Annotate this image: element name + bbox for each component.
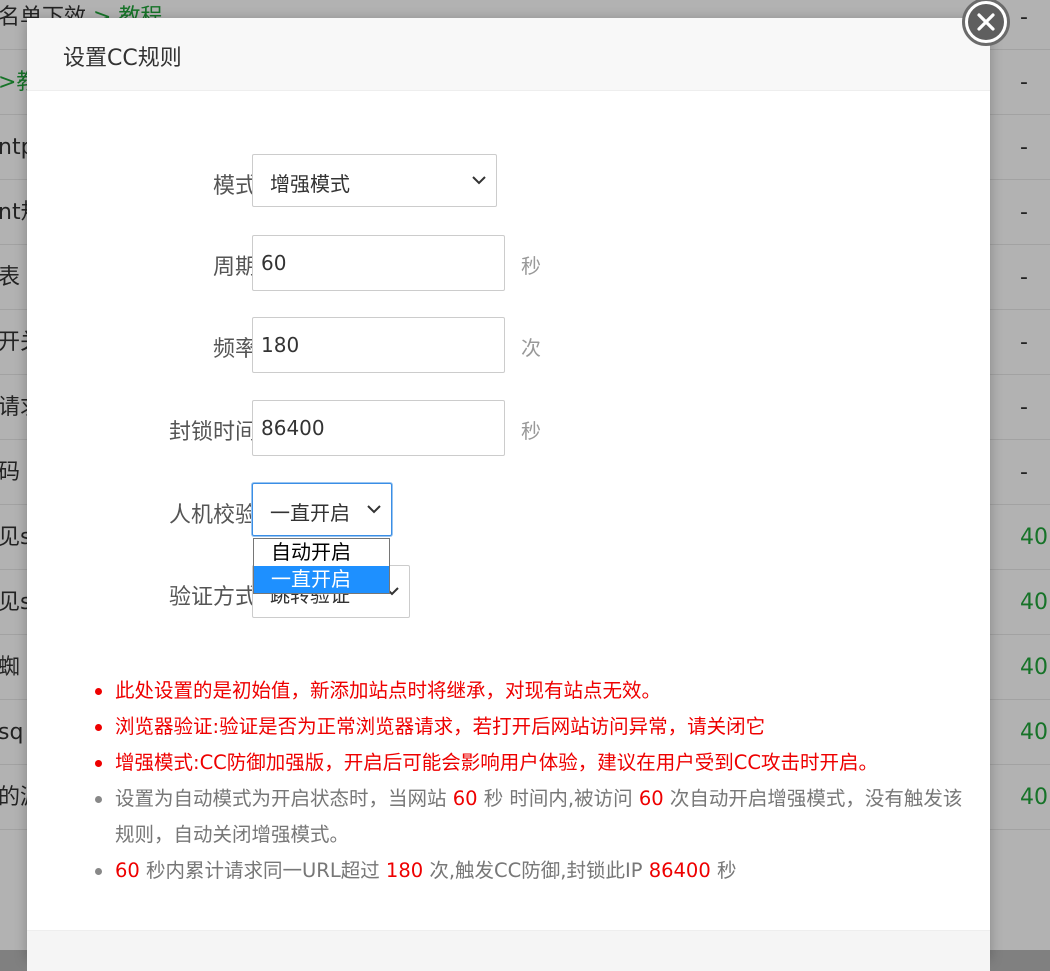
period-label: 周期 (212, 255, 257, 280)
note-summary-block-time: 86400 (648, 859, 711, 882)
block-time-input[interactable] (252, 400, 505, 456)
captcha-option-always[interactable]: 一直开启 (254, 566, 389, 593)
note-enhanced-mode: 增强模式:CC防御加强版，开启后可能会影响用户体验，建议在用户受到CC攻击时开启… (87, 745, 967, 781)
note-auto-mode-text-2: 秒 时间内,被访问 (477, 787, 639, 810)
note-summary-frequency: 180 (385, 859, 424, 882)
dialog-footer (27, 930, 990, 971)
frequency-label-wrap: 频率 (127, 317, 257, 373)
note-browser-verify: 浏览器验证:验证是否为正常浏览器请求，若打开后网站访问异常，请关闭它 (87, 709, 967, 745)
block-time-label: 封锁时间 (168, 420, 257, 445)
captcha-dropdown-list: 自动开启 一直开启 (253, 538, 390, 594)
note-auto-mode-count: 60 (638, 787, 664, 810)
chevron-down-icon (367, 505, 381, 514)
frequency-input[interactable] (252, 317, 505, 373)
note-summary-text-2: 次,触发CC防御,封锁此IP (423, 859, 649, 882)
verify-method-label-wrap: 验证方式 (127, 565, 257, 621)
note-auto-mode-period: 60 (452, 787, 478, 810)
dialog-title: 设置CC规则 (63, 46, 182, 71)
period-label-wrap: 周期 (127, 235, 257, 291)
mode-select[interactable]: 增强模式 (252, 154, 497, 207)
close-button[interactable] (962, 0, 1010, 46)
note-summary-text-1: 秒内累计请求同一URL超过 (139, 859, 386, 882)
captcha-label-wrap: 人机校验 (127, 483, 257, 539)
captcha-select[interactable]: 一直开启 (252, 483, 392, 536)
block-time-unit: 秒 (521, 419, 541, 443)
help-notes-list: 此处设置的是初始值，新添加站点时将继承，对现有站点无效。 浏览器验证:验证是否为… (87, 673, 967, 889)
mode-select-value: 增强模式 (270, 172, 350, 196)
captcha-label: 人机校验 (168, 503, 257, 528)
mode-label-wrap: 模式 (127, 154, 257, 210)
frequency-label: 频率 (212, 337, 257, 362)
verify-method-label: 验证方式 (168, 585, 257, 610)
period-unit: 秒 (521, 254, 541, 278)
note-auto-mode: 设置为自动模式为开启状态时，当网站 60 秒 时间内,被访问 60 次自动开启增… (87, 781, 967, 853)
note-summary: 60 秒内累计请求同一URL超过 180 次,触发CC防御,封锁此IP 8640… (87, 853, 967, 889)
block-time-label-wrap: 封锁时间 (127, 400, 257, 456)
note-summary-text-3: 秒 (710, 859, 737, 882)
note-initial-value: 此处设置的是初始值，新添加站点时将继承，对现有站点无效。 (87, 673, 967, 709)
dialog-header: 设置CC规则 (27, 18, 990, 91)
frequency-unit: 次 (521, 336, 541, 360)
period-input[interactable] (252, 235, 505, 291)
cc-rule-dialog: 设置CC规则 模式 增强模式 周期 秒 频率 次 封锁时间 秒 人机校验 一直开… (27, 0, 1010, 971)
note-summary-period: 60 (115, 859, 140, 882)
note-auto-mode-text-1: 设置为自动模式为开启状态时，当网站 (115, 787, 453, 810)
captcha-select-value: 一直开启 (270, 501, 350, 525)
chevron-down-icon (472, 176, 486, 185)
close-icon (977, 13, 995, 31)
captcha-option-auto[interactable]: 自动开启 (254, 539, 389, 566)
mode-label: 模式 (212, 174, 257, 199)
